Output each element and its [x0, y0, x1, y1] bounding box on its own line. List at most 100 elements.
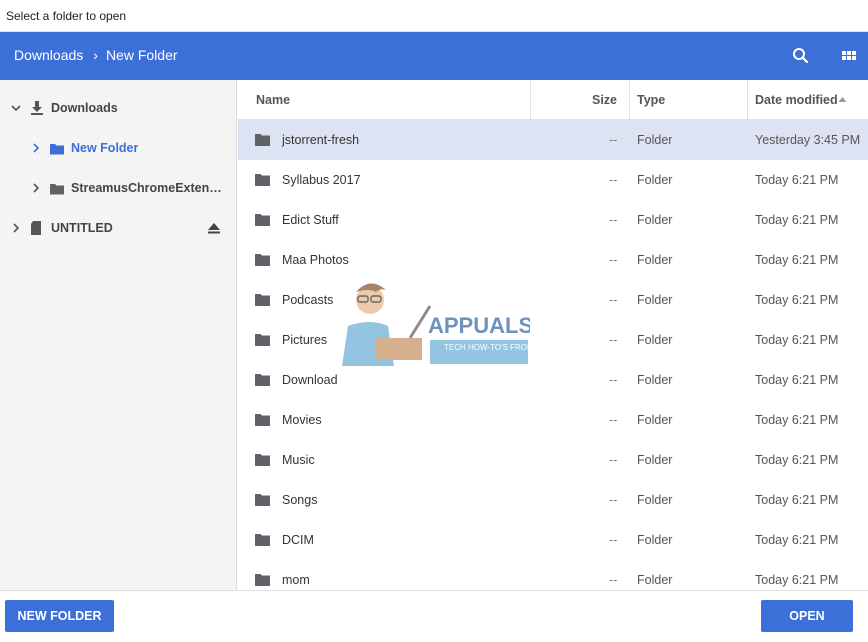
file-name: DCIM: [282, 533, 314, 547]
column-header-row: Name Size Type Date modified: [238, 80, 868, 120]
file-size: --: [609, 253, 618, 267]
file-name: jstorrent-fresh: [282, 133, 360, 147]
file-name: Syllabus 2017: [282, 173, 361, 187]
folder-icon: [255, 494, 270, 506]
eject-icon[interactable]: [206, 220, 222, 236]
file-type: Folder: [637, 133, 673, 147]
file-name: Edict Stuff: [282, 213, 339, 227]
file-date-modified: Today 6:21 PM: [755, 333, 839, 347]
grid-view-icon[interactable]: [839, 46, 859, 66]
file-name: Podcasts: [282, 293, 334, 307]
file-type: Folder: [637, 533, 673, 547]
table-row[interactable]: Syllabus 2017 -- Folder Today 6:21 PM: [238, 160, 868, 200]
file-date-modified: Today 6:21 PM: [755, 453, 839, 467]
breadcrumb-separator: ›: [93, 47, 98, 63]
table-row[interactable]: Podcasts -- Folder Today 6:21 PM: [238, 280, 868, 320]
file-size: --: [609, 173, 618, 187]
new-folder-button[interactable]: NEW FOLDER: [5, 600, 114, 632]
file-type: Folder: [637, 573, 673, 587]
folder-icon: [50, 144, 64, 155]
file-type: Folder: [637, 253, 673, 267]
sd-card-icon: [31, 221, 41, 235]
header-bar: Downloads › New Folder: [0, 32, 868, 80]
folder-icon: [255, 414, 270, 426]
file-size: --: [609, 213, 618, 227]
column-header-divider[interactable]: [747, 80, 748, 120]
table-row[interactable]: Edict Stuff -- Folder Today 6:21 PM: [238, 200, 868, 240]
chevron-right-icon[interactable]: [30, 142, 42, 154]
file-date-modified: Yesterday 3:45 PM: [755, 133, 861, 147]
file-name: Movies: [282, 413, 322, 427]
file-date-modified: Today 6:21 PM: [755, 533, 839, 547]
breadcrumb-item-downloads[interactable]: Downloads: [14, 47, 83, 63]
table-row[interactable]: DCIM -- Folder Today 6:21 PM: [238, 520, 868, 560]
search-icon[interactable]: [791, 46, 811, 66]
file-date-modified: Today 6:21 PM: [755, 293, 839, 307]
folder-icon: [255, 574, 270, 586]
file-name: Songs: [282, 493, 318, 507]
folder-icon: [50, 184, 64, 195]
file-type: Folder: [637, 493, 673, 507]
column-header-name[interactable]: Name: [256, 80, 290, 120]
file-name: Music: [282, 453, 315, 467]
column-header-date[interactable]: Date modified: [755, 80, 838, 120]
file-type: Folder: [637, 293, 673, 307]
sidebar-item-downloads[interactable]: Downloads: [0, 88, 237, 128]
column-header-size[interactable]: Size: [592, 80, 617, 120]
file-size: --: [609, 573, 618, 587]
file-name: Pictures: [282, 333, 328, 347]
dialog-titlebar: Select a folder to open: [0, 0, 868, 32]
sidebar-item-label: New Folder: [71, 141, 139, 155]
file-name: Download: [282, 373, 338, 387]
file-size: --: [609, 533, 618, 547]
folder-icon: [255, 534, 270, 546]
file-date-modified: Today 6:21 PM: [755, 253, 839, 267]
chevron-right-icon[interactable]: [10, 222, 22, 234]
file-date-modified: Today 6:21 PM: [755, 213, 839, 227]
file-size: --: [609, 413, 618, 427]
table-row[interactable]: Maa Photos -- Folder Today 6:21 PM: [238, 240, 868, 280]
download-icon: [31, 101, 43, 115]
file-date-modified: Today 6:21 PM: [755, 573, 839, 587]
folder-icon: [255, 454, 270, 466]
file-type: Folder: [637, 453, 673, 467]
table-row[interactable]: Movies -- Folder Today 6:21 PM: [238, 400, 868, 440]
sidebar-item-label: UNTITLED: [51, 221, 113, 235]
open-button[interactable]: OPEN: [761, 600, 853, 632]
table-row[interactable]: Download -- Folder Today 6:21 PM: [238, 360, 868, 400]
sidebar-item-label: StreamusChromeExtensi…: [71, 181, 227, 195]
file-size: --: [609, 493, 618, 507]
table-row[interactable]: Pictures -- Folder Today 6:21 PM: [238, 320, 868, 360]
table-row[interactable]: Music -- Folder Today 6:21 PM: [238, 440, 868, 480]
dialog-footer: NEW FOLDER OPEN: [0, 590, 868, 642]
file-size: --: [609, 333, 618, 347]
file-date-modified: Today 6:21 PM: [755, 373, 839, 387]
table-row[interactable]: Songs -- Folder Today 6:21 PM: [238, 480, 868, 520]
sidebar-item-new-folder[interactable]: New Folder: [0, 128, 237, 168]
folder-icon: [255, 174, 270, 186]
column-divider[interactable]: [629, 80, 630, 120]
column-divider[interactable]: [530, 80, 531, 120]
file-size: --: [609, 453, 618, 467]
sidebar: Downloads New Folder StreamusChromeExten…: [0, 80, 237, 590]
chevron-down-icon[interactable]: [10, 102, 22, 114]
sort-ascending-icon: [838, 97, 847, 102]
breadcrumb: Downloads › New Folder: [14, 47, 178, 63]
column-header-type[interactable]: Type: [637, 80, 665, 120]
folder-icon: [255, 374, 270, 386]
sidebar-item-label: Downloads: [51, 101, 118, 115]
chevron-right-icon[interactable]: [30, 182, 42, 194]
table-row[interactable]: mom -- Folder Today 6:21 PM: [238, 560, 868, 590]
folder-icon: [255, 254, 270, 266]
folder-icon: [255, 214, 270, 226]
folder-icon: [255, 334, 270, 346]
table-row[interactable]: jstorrent-fresh -- Folder Yesterday 3:45 PM: [238, 120, 868, 160]
file-type: Folder: [637, 173, 673, 187]
sidebar-item-untitled[interactable]: UNTITLED: [0, 208, 237, 248]
file-type: Folder: [637, 373, 673, 387]
breadcrumb-item-new-folder[interactable]: New Folder: [106, 47, 178, 63]
sidebar-item-streamus[interactable]: StreamusChromeExtensi…: [0, 168, 237, 208]
dialog-title: Select a folder to open: [6, 9, 127, 23]
file-size: --: [609, 133, 618, 147]
file-name: Maa Photos: [282, 253, 349, 267]
